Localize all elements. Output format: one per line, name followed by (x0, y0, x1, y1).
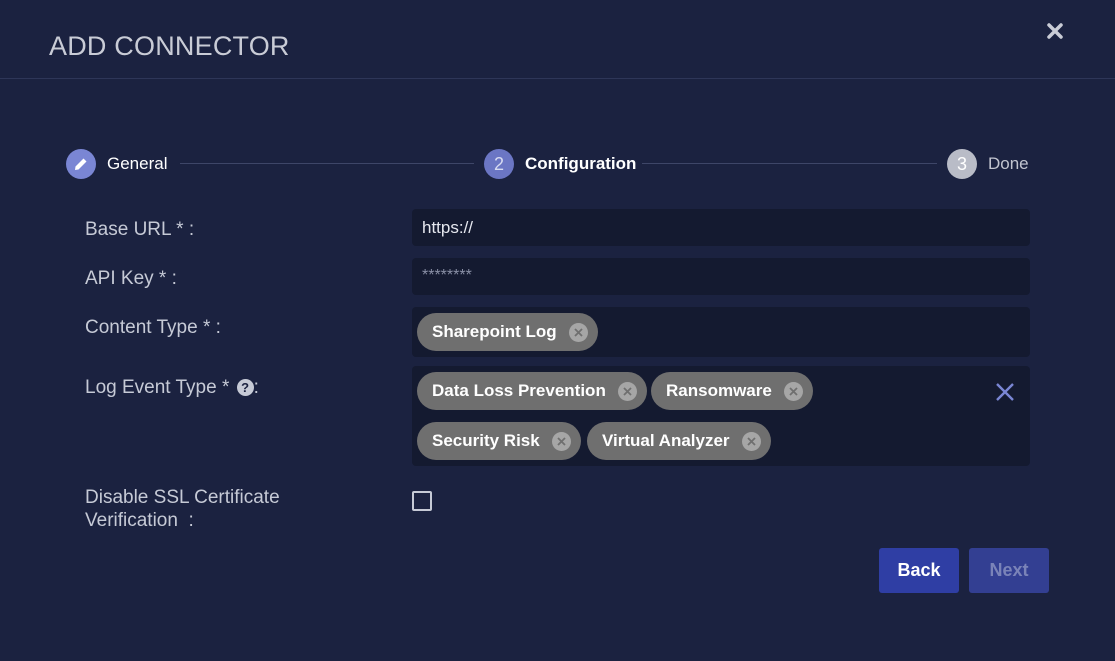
step-label-configuration: Configuration (525, 154, 637, 173)
close-icon[interactable] (1044, 20, 1066, 42)
help-icon[interactable]: ? (236, 379, 254, 396)
step-connector (642, 163, 937, 164)
chip-remove-icon[interactable] (741, 431, 761, 451)
chip-label: Security Risk (432, 431, 540, 450)
step-number: 2 (484, 149, 514, 179)
chip-remove-icon[interactable] (568, 322, 588, 342)
dialog-title: ADD CONNECTOR (49, 31, 290, 61)
base-url-label: Base URL * : (85, 219, 195, 240)
chip-virtual-analyzer: Virtual Analyzer (587, 422, 771, 460)
step-configuration[interactable]: 2 Configuration (484, 149, 636, 179)
api-key-label: API Key * : (85, 268, 177, 289)
api-key-input[interactable]: ******** (412, 258, 1030, 295)
chip-remove-icon[interactable] (551, 431, 571, 451)
log-event-type-label: Log Event Type * ?: (85, 376, 259, 399)
api-key-value: ******** (422, 267, 472, 284)
chip-remove-icon[interactable] (617, 381, 637, 401)
step-general[interactable]: General (66, 149, 167, 179)
disable-ssl-label-line2: Verification : (85, 510, 194, 531)
disable-ssl-label-line1: Disable SSL Certificate (85, 487, 280, 508)
base-url-input[interactable]: https:// (412, 209, 1030, 246)
pencil-icon (66, 149, 96, 179)
chip-label: Virtual Analyzer (602, 431, 730, 450)
base-url-value: https:// (422, 218, 474, 237)
chip-remove-icon[interactable] (783, 381, 803, 401)
chip-label: Data Loss Prevention (432, 381, 606, 400)
step-number: 3 (947, 149, 977, 179)
chip-label: Sharepoint Log (432, 322, 557, 341)
log-event-type-label-text: Log Event Type * (85, 377, 235, 398)
disable-ssl-checkbox[interactable] (412, 491, 432, 511)
disable-ssl-label: Disable SSL Certificate Verification : (85, 486, 280, 532)
chip-label: Ransomware (666, 381, 772, 400)
label-colon: : (253, 377, 259, 398)
step-label-done: Done (988, 154, 1029, 173)
chip-ransomware: Ransomware (651, 372, 813, 410)
step-label-general: General (107, 154, 168, 173)
step-done[interactable]: 3 Done (947, 149, 1029, 179)
clear-all-icon[interactable] (994, 381, 1016, 403)
next-button[interactable]: Next (969, 548, 1049, 593)
chip-security-risk: Security Risk (417, 422, 581, 460)
step-connector (180, 163, 474, 164)
chip-sharepoint-log: Sharepoint Log (417, 313, 598, 351)
back-button[interactable]: Back (879, 548, 959, 593)
chip-data-loss-prevention: Data Loss Prevention (417, 372, 647, 410)
dialog-header: ADD CONNECTOR (0, 0, 1115, 79)
content-type-label: Content Type * : (85, 317, 221, 338)
